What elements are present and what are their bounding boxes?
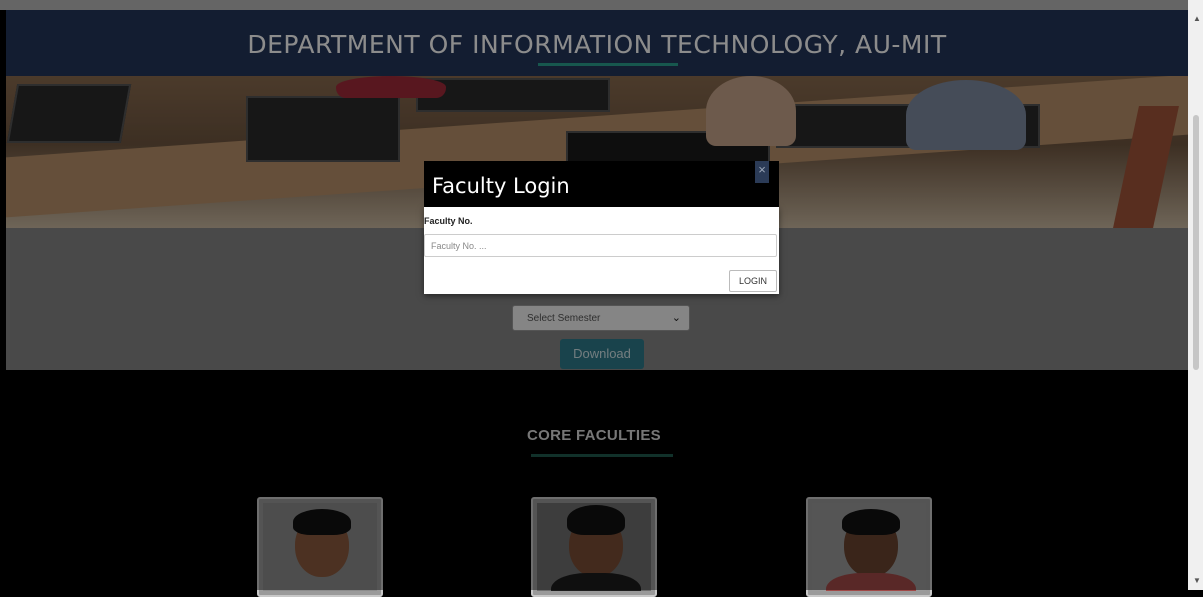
- modal-header: Faculty Login ×: [424, 161, 779, 207]
- scroll-down-icon[interactable]: ▼: [1193, 576, 1201, 585]
- scroll-thumb[interactable]: [1193, 115, 1199, 370]
- modal-title: Faculty Login: [432, 174, 570, 198]
- login-button[interactable]: LOGIN: [729, 270, 777, 292]
- scroll-up-icon[interactable]: ▲: [1193, 14, 1201, 23]
- faculty-login-modal: Faculty No. LOGIN: [424, 207, 779, 294]
- faculty-no-input[interactable]: [424, 234, 777, 257]
- modal-backdrop[interactable]: [0, 0, 1188, 590]
- faculty-no-label: Faculty No.: [424, 216, 473, 226]
- close-icon[interactable]: ×: [755, 161, 769, 183]
- page: DEPARTMENT OF INFORMATION TECHNOLOGY, AU…: [0, 0, 1188, 597]
